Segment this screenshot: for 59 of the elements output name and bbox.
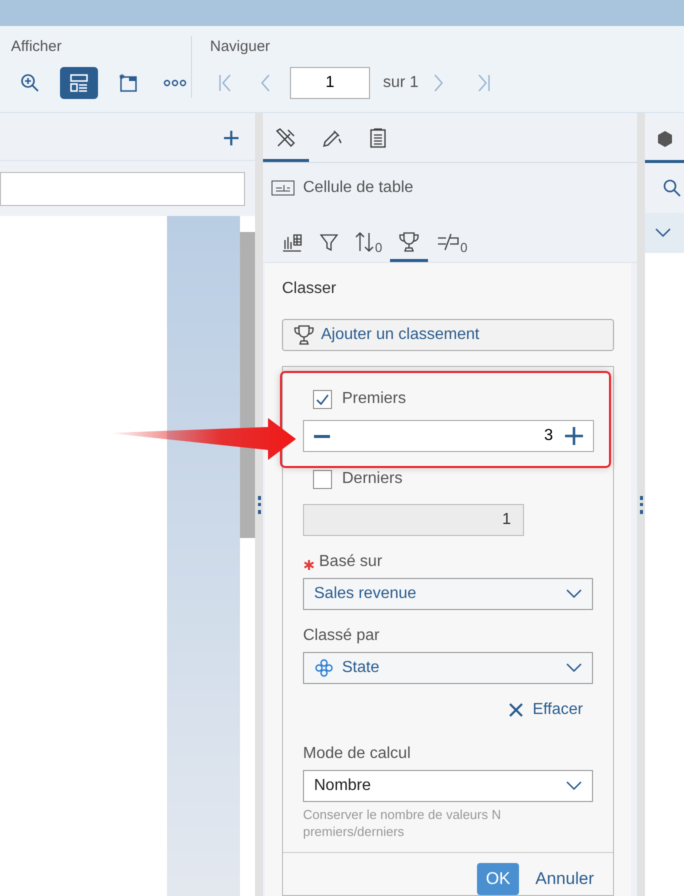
close-icon [508,703,523,717]
chevron-right-icon [434,74,444,92]
minus-icon[interactable] [314,434,330,438]
ok-button[interactable]: OK [476,863,520,895]
checkbox-label: Premiers [342,389,406,409]
subtab[interactable]: 0 [428,224,476,262]
group-label: Naviguer [210,37,272,57]
page-field[interactable]: 1 [290,66,370,98]
hint-text: Conserver le nombre de valeurs N premiers/derniers [303,806,502,840]
dropdown[interactable]: Sales revenue [303,578,593,610]
layout-icon [69,72,90,92]
tools-icon [275,126,297,148]
add-ranking-button[interactable]: Ajouter un classement [282,319,614,351]
more-icon [162,78,187,86]
group-label: Afficher [11,37,63,57]
stepper-value: 3 [543,426,554,446]
dimension-icon [314,658,334,678]
chevron-down-icon [655,228,671,238]
dropdown-value: Nombre [314,776,372,796]
subtab[interactable]: 0 [347,224,390,262]
dropdown-value: Sales revenue [314,584,418,604]
dropdown[interactable]: Nombre [303,770,593,802]
clipboard-icon [368,126,388,148]
dropdown[interactable]: State [303,652,593,684]
section-title: Classer [282,279,338,299]
add-button[interactable]: + [222,124,240,154]
dropdown-value: State [342,658,380,678]
trophy-icon [398,230,420,252]
sort-icon [355,230,375,252]
trophy-icon [293,324,315,346]
zoom-in-icon [20,72,40,92]
compare-icon [436,232,460,252]
field-label: Classé par [303,626,380,646]
chevron-left-icon [260,74,270,92]
search-icon [663,179,681,197]
scrollbar-thumb[interactable] [240,232,255,538]
stepper-field[interactable]: 3 [303,420,594,452]
last-page-icon [476,74,491,92]
field-label: Mode de calcul [303,744,412,764]
checkmark-icon [316,394,329,404]
checkbox[interactable] [313,470,332,488]
clear-button[interactable]: Effacer [508,698,583,722]
page-count: sur 1 [383,72,419,92]
panel-header: Cellule de table [303,178,414,198]
filter-icon [319,232,339,252]
cancel-button[interactable]: Annuler [531,863,598,895]
input-field[interactable] [0,172,245,206]
checkbox[interactable] [313,390,332,408]
chevron-down-icon [566,663,582,673]
new-window-icon [118,72,138,92]
number-field[interactable]: 1 [303,504,524,536]
chevron-down-icon [566,781,582,791]
field-label: Basé sur [319,552,382,572]
chevron-down-icon [566,589,582,599]
toolbar-button[interactable] [60,66,98,98]
first-page-icon [218,74,232,92]
checkbox-label: Derniers [342,469,402,489]
text-field-icon [271,180,295,196]
plus-icon[interactable] [565,427,583,445]
